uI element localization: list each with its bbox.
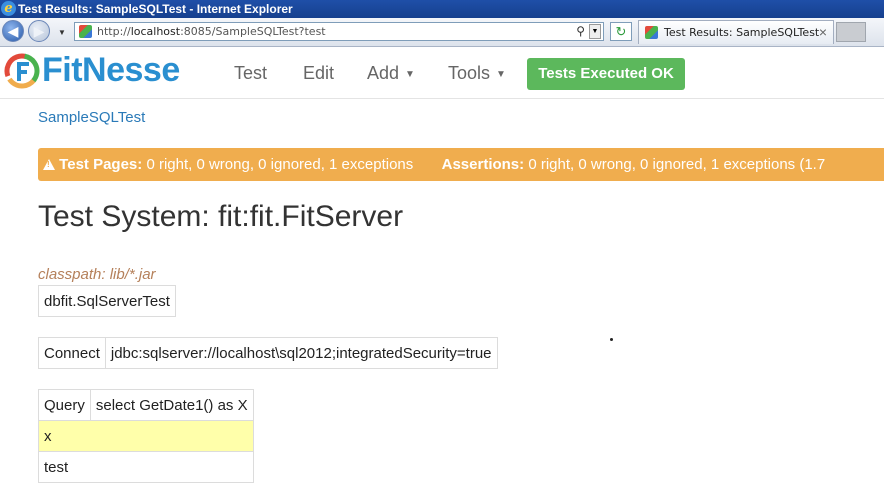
fitnesse-logo-text[interactable]: FitNesse	[42, 51, 180, 90]
assertions-label: Assertions:	[441, 156, 525, 173]
caret-down-icon: ▼	[405, 68, 415, 80]
new-tab-button[interactable]	[836, 22, 866, 42]
query-table: Query select GetDate1() as X x test	[38, 389, 254, 483]
table-header-cell: x	[38, 420, 254, 452]
status-badge[interactable]: Tests Executed OK	[527, 58, 685, 90]
stray-dot	[610, 338, 613, 341]
fitnesse-header: FitNesse Test Edit Add ▼ Tools ▼ Tests Exe…	[0, 47, 884, 99]
refresh-icon[interactable]: ↻	[610, 22, 632, 41]
table-cell: Query	[38, 389, 91, 421]
table-cell: Connect	[38, 337, 106, 369]
history-dropdown-icon[interactable]: ▼	[58, 28, 66, 37]
test-pages-text: 0 right, 0 wrong, 0 ignored, 1 exception…	[146, 156, 414, 173]
warning-icon	[43, 159, 55, 170]
search-icon[interactable]: ⚲	[576, 24, 585, 38]
classpath-label: classpath: lib/*.jar	[38, 266, 156, 283]
tab-favicon-icon	[645, 26, 658, 39]
menu-add-label: Add	[367, 63, 400, 83]
fitnesse-favicon-icon	[79, 25, 92, 38]
table-row: dbfit.SqlServerTest	[38, 285, 176, 317]
window-title-bar: e Test Results: SampleSQLTest - Internet…	[0, 0, 884, 18]
test-summary-bar: Test Pages: 0 right, 0 wrong, 0 ignored,…	[38, 148, 884, 181]
menu-add[interactable]: Add ▼	[367, 63, 415, 84]
window-title: Test Results: SampleSQLTest - Internet E…	[18, 2, 293, 16]
table-row: Connect jdbc:sqlserver://localhost\sql20…	[38, 337, 498, 369]
menu-edit[interactable]: Edit	[303, 63, 334, 84]
table-cell: select GetDate1() as X	[89, 389, 254, 421]
table-cell: jdbc:sqlserver://localhost\sql2012;integ…	[104, 337, 498, 369]
close-icon[interactable]: ×	[819, 24, 827, 40]
address-url[interactable]: http://localhost:8085/SampleSQLTest?test	[97, 25, 326, 38]
table-cell: dbfit.SqlServerTest	[38, 285, 176, 317]
table-row: x	[38, 420, 254, 452]
test-pages-label: Test Pages:	[59, 156, 143, 173]
menu-test[interactable]: Test	[234, 63, 267, 84]
menu-tools-label: Tools	[448, 63, 491, 83]
address-bar[interactable]: http://localhost:8085/SampleSQLTest?test…	[74, 22, 604, 41]
breadcrumb[interactable]: SampleSQLTest	[38, 109, 145, 126]
table-cell: test	[38, 451, 254, 483]
fixture-table: dbfit.SqlServerTest	[38, 285, 176, 317]
caret-down-icon: ▼	[496, 68, 506, 80]
internet-explorer-icon: e	[1, 1, 16, 16]
browser-navigation-bar: ◀ ▶ ▼ http://localhost:8085/SampleSQLTes…	[0, 18, 884, 47]
table-row: test	[38, 451, 254, 483]
page-title: Test System: fit:fit.FitServer	[38, 200, 404, 233]
menu-tools[interactable]: Tools ▼	[448, 63, 506, 84]
address-dropdown-icon[interactable]: ▼	[589, 24, 601, 39]
table-row: Query select GetDate1() as X	[38, 389, 254, 421]
back-arrow-icon[interactable]: ◀	[2, 20, 24, 42]
connect-table: Connect jdbc:sqlserver://localhost\sql20…	[38, 337, 498, 369]
browser-tab[interactable]: Test Results: SampleSQLTest ×	[638, 20, 834, 44]
assertions-text: 0 right, 0 wrong, 0 ignored, 1 exception…	[528, 156, 826, 173]
tab-title: Test Results: SampleSQLTest	[664, 26, 820, 39]
fitnesse-logo-icon[interactable]	[4, 53, 40, 89]
forward-arrow-icon[interactable]: ▶	[28, 20, 50, 42]
